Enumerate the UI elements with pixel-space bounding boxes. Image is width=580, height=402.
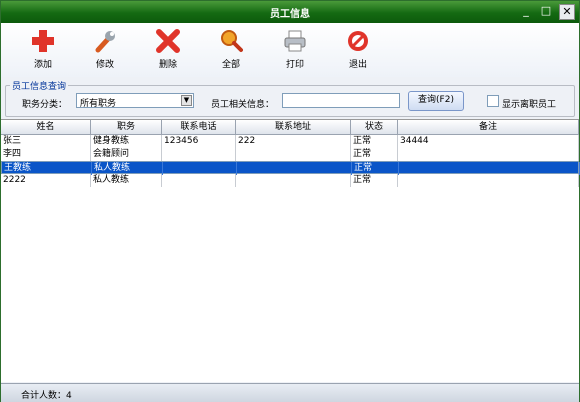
role-filter-label: 职务分类： xyxy=(22,100,68,110)
cell-address xyxy=(236,148,351,161)
exit-label: 退出 xyxy=(348,60,367,70)
cell-phone: 123456 xyxy=(162,135,236,148)
column-header-phone[interactable]: 联系电话 xyxy=(162,120,236,134)
no-entry-icon xyxy=(348,31,368,51)
toolbar: 添加 修改 删除 全部 打印 退出 xyxy=(1,23,579,77)
cell-role: 会籍顾问 xyxy=(91,148,162,161)
x-icon xyxy=(156,29,180,53)
role-filter-select[interactable]: 所有职务 ▼ xyxy=(76,93,194,109)
cell-status: 正常 xyxy=(351,148,398,161)
add-button[interactable]: 添加 xyxy=(21,29,65,70)
table-header: 姓名 职务 联系电话 联系地址 状态 备注 xyxy=(1,120,579,135)
all-label: 全部 xyxy=(221,60,240,70)
delete-button[interactable]: 删除 xyxy=(146,29,190,70)
employee-count: 合计人数：4 xyxy=(21,391,72,401)
chevron-down-icon[interactable]: ▼ xyxy=(181,95,192,106)
cell-phone xyxy=(162,174,236,187)
table-row-selected[interactable]: 王教练 私人教练 正常 xyxy=(1,161,580,175)
employee-info-label: 员工相关信息： xyxy=(211,100,275,110)
minimize-button[interactable]: _ xyxy=(519,4,533,18)
cell-address xyxy=(236,174,351,187)
employee-info-input[interactable] xyxy=(282,93,400,108)
table-row[interactable]: 张三 健身教练 123456 222 正常 34444 xyxy=(1,135,579,148)
table-row[interactable]: 李四 会籍顾问 正常 xyxy=(1,148,579,161)
cell-role: 私人教练 xyxy=(91,174,162,187)
print-button[interactable]: 打印 xyxy=(273,29,317,70)
cell-name: 2222 xyxy=(1,174,91,187)
cell-note xyxy=(398,148,579,161)
column-header-address[interactable]: 联系地址 xyxy=(236,120,351,134)
cell-note: 34444 xyxy=(398,135,579,148)
cell-name: 张三 xyxy=(1,135,91,148)
show-resigned-checkbox[interactable] xyxy=(487,95,499,107)
title-bar[interactable]: 员工信息 _ □ ✕ xyxy=(1,1,579,23)
employee-query-group: 员工信息查询 职务分类： 所有职务 ▼ 员工相关信息： 查询(F2) 显示离职员… xyxy=(5,79,575,117)
magnifier-icon xyxy=(221,30,243,52)
close-button[interactable]: ✕ xyxy=(559,4,575,20)
cell-status: 正常 xyxy=(351,174,398,187)
employee-info-window: 员工信息 _ □ ✕ 添加 修改 删除 全部 打印 退出 员工信息查询 职务分类… xyxy=(0,0,580,402)
print-label: 打印 xyxy=(285,60,304,70)
exit-button[interactable]: 退出 xyxy=(336,29,380,70)
delete-label: 删除 xyxy=(158,60,177,70)
edit-label: 修改 xyxy=(95,60,114,70)
cell-status: 正常 xyxy=(351,135,398,148)
column-header-status[interactable]: 状态 xyxy=(351,120,398,134)
role-filter-value: 所有职务 xyxy=(80,99,117,109)
column-header-role[interactable]: 职务 xyxy=(91,120,162,134)
query-group-title: 员工信息查询 xyxy=(10,79,69,92)
plus-icon xyxy=(32,30,54,52)
edit-button[interactable]: 修改 xyxy=(83,29,127,70)
employee-table[interactable]: 姓名 职务 联系电话 联系地址 状态 备注 张三 健身教练 123456 222… xyxy=(1,119,580,382)
column-header-note[interactable]: 备注 xyxy=(398,120,579,134)
cell-role: 健身教练 xyxy=(91,135,162,148)
maximize-button[interactable]: □ xyxy=(539,4,553,18)
status-bar: 合计人数：4 xyxy=(1,383,579,402)
cell-note xyxy=(398,174,579,187)
show-resigned-label: 显示离职员工 xyxy=(502,100,557,110)
table-row[interactable]: 2222 私人教练 正常 xyxy=(1,174,579,187)
cell-phone xyxy=(162,148,236,161)
column-header-name[interactable]: 姓名 xyxy=(1,120,91,134)
printer-icon xyxy=(284,30,306,52)
window-title: 员工信息 xyxy=(270,9,310,20)
cell-address: 222 xyxy=(236,135,351,148)
wrench-icon xyxy=(95,31,115,53)
query-button[interactable]: 查询(F2) xyxy=(408,91,464,111)
add-label: 添加 xyxy=(33,60,52,70)
all-button[interactable]: 全部 xyxy=(209,29,253,70)
cell-name: 李四 xyxy=(1,148,91,161)
